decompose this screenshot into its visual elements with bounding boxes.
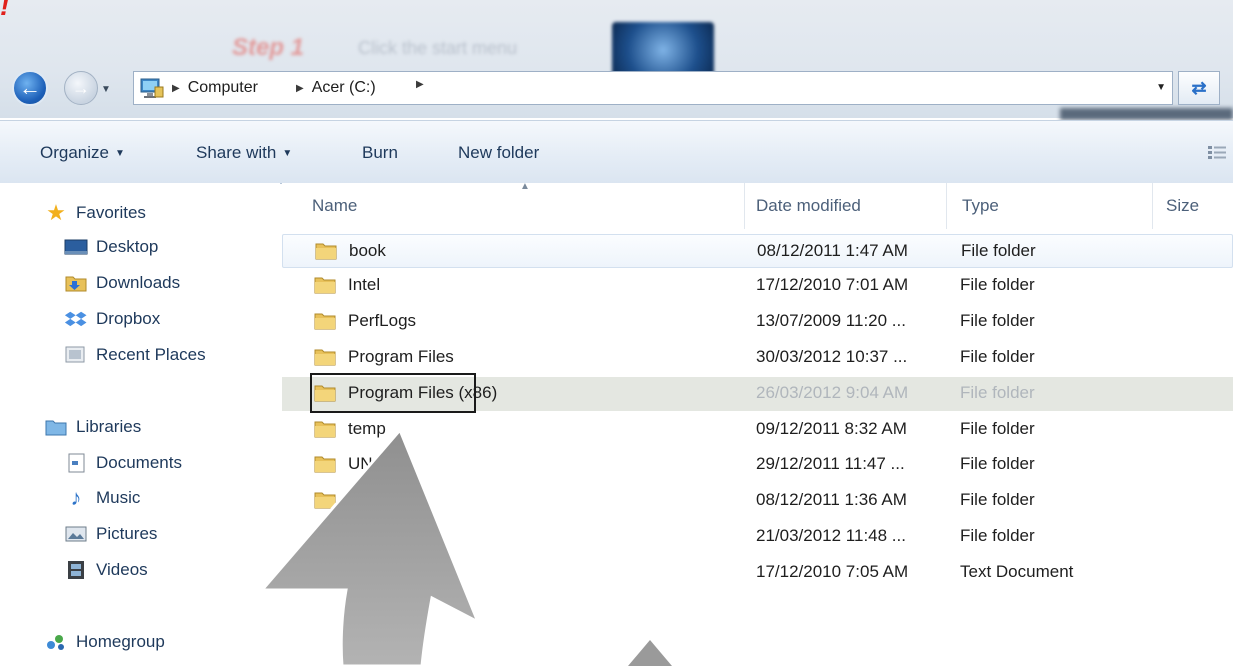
column-header-name[interactable]: Name [282, 183, 742, 229]
file-list: ▲ Name Date modified Type Size book 08/1… [282, 181, 1233, 666]
burn-button[interactable]: Burn [362, 143, 398, 163]
forward-arrow-icon: → [72, 77, 90, 98]
pictures-icon [65, 526, 87, 542]
music-icon: ♪ [70, 485, 82, 510]
nav-favorites[interactable]: ★ Favorites [44, 200, 146, 225]
refresh-button[interactable]: ⇄ [1178, 71, 1220, 105]
nav-item-music[interactable]: ♪ Music [64, 485, 141, 510]
nav-item-dropbox[interactable]: Dropbox [64, 309, 160, 329]
breadcrumb-drive[interactable]: ▶ Acer (C:) [296, 79, 376, 97]
breadcrumb-chevron[interactable]: ▶ [416, 79, 432, 90]
homegroup-icon [47, 635, 64, 650]
nav-homegroup[interactable]: Homegroup [44, 632, 165, 652]
back-button[interactable]: ← [12, 70, 48, 106]
downloads-icon [65, 276, 87, 292]
folder-icon [314, 313, 336, 330]
address-history-dropdown[interactable]: ▼ [1156, 82, 1166, 93]
file-row[interactable]: PerfLogs 13/07/2009 11:20 ... File folde… [282, 305, 1233, 339]
file-row[interactable]: UN 29/12/2011 11:47 ... File folder [282, 448, 1233, 482]
folder-icon [314, 528, 336, 545]
documents-icon [68, 453, 85, 473]
file-row[interactable]: Intel 17/12/2010 7:01 AM File folder [282, 269, 1233, 303]
videos-icon [68, 561, 84, 579]
tutorial-step-text: Click the start menu [358, 38, 518, 58]
chevron-down-icon: ▼ [282, 148, 293, 160]
file-row[interactable]: 17/12/2010 7:05 AM Text Document [282, 556, 1233, 590]
tutorial-highlight-box [310, 373, 476, 413]
chevron-down-icon: ▼ [114, 148, 125, 160]
forward-button[interactable]: → [64, 71, 98, 105]
address-bar[interactable]: ▶ Computer ▶ Acer (C:) ▶ ▼ [133, 71, 1173, 105]
nav-item-desktop[interactable]: Desktop [64, 237, 158, 257]
nav-item-videos[interactable]: Videos [64, 560, 148, 580]
folder-icon [314, 421, 336, 438]
nav-item-downloads[interactable]: Downloads [64, 273, 180, 293]
folder-icon [314, 492, 336, 509]
file-row[interactable]: U 08/12/2011 1:36 AM File folder [282, 484, 1233, 518]
column-header-date-modified[interactable]: Date modified [726, 183, 926, 229]
recent-places-icon [65, 346, 85, 363]
column-header-type[interactable]: Type [932, 183, 1152, 229]
organize-button[interactable]: Organize ▼ [40, 143, 125, 163]
background-window-edge [1060, 108, 1233, 120]
desktop-icon [64, 239, 88, 255]
nav-item-documents[interactable]: Documents [64, 453, 182, 473]
star-icon: ★ [46, 200, 66, 225]
column-header-size[interactable]: Size [1136, 183, 1233, 229]
navigation-pane: ★ Favorites Desktop Downloads Dropbox Re… [0, 183, 280, 666]
file-row[interactable]: s 21/03/2012 11:48 ... File folder [282, 520, 1233, 554]
new-folder-button[interactable]: New folder [458, 143, 539, 163]
command-bar: Organize ▼ Share with ▼ Burn New folder [0, 120, 1233, 184]
breadcrumb-computer[interactable]: ▶ Computer [172, 79, 258, 97]
folder-icon [314, 349, 336, 366]
nav-libraries[interactable]: Libraries [44, 417, 141, 437]
recent-pages-dropdown[interactable]: ▼ [101, 84, 111, 95]
folder-icon [314, 456, 336, 473]
nav-item-recent-places[interactable]: Recent Places [64, 345, 206, 365]
file-row[interactable]: temp 09/12/2011 8:32 AM File folder [282, 413, 1233, 447]
dropbox-icon [64, 311, 87, 327]
tutorial-step-label: Step 1 [232, 34, 305, 61]
folder-icon [314, 277, 336, 294]
share-with-button[interactable]: Share with ▼ [196, 143, 292, 163]
back-arrow-icon: ← [19, 75, 41, 100]
libraries-icon [45, 420, 67, 436]
nav-item-pictures[interactable]: Pictures [64, 524, 157, 544]
refresh-icon: ⇄ [1191, 78, 1207, 98]
file-row[interactable]: book 08/12/2011 1:47 AM File folder [282, 234, 1233, 268]
file-row[interactable]: Program Files 30/03/2012 10:37 ... File … [282, 341, 1233, 375]
tutorial-step-fragment: ! [0, 0, 10, 21]
folder-icon [315, 243, 337, 260]
change-view-icon[interactable] [1207, 145, 1229, 161]
computer-icon [140, 78, 164, 98]
start-orb-image [612, 22, 714, 78]
